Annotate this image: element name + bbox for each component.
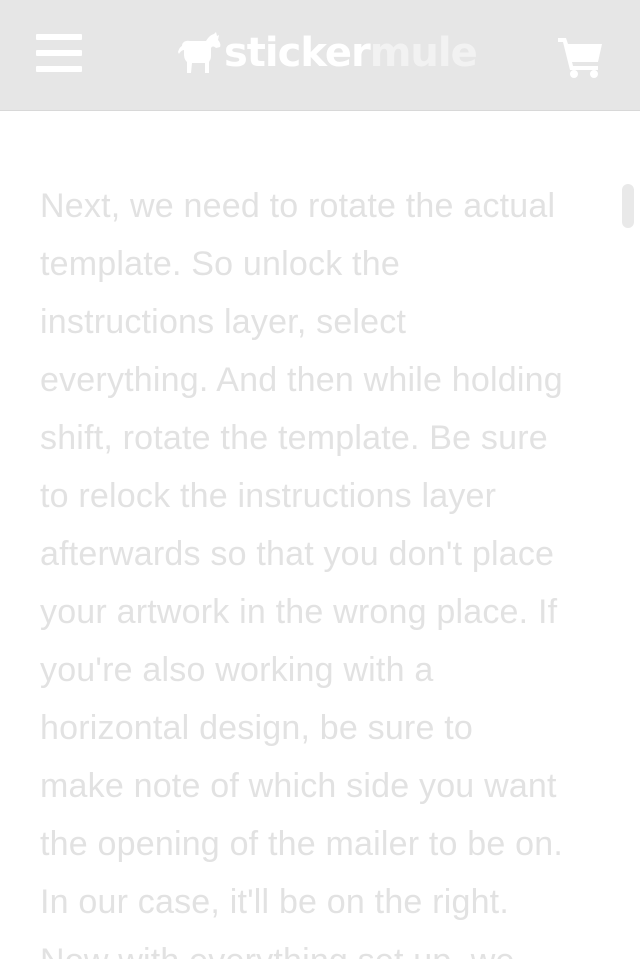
paragraph-line: Next, we need to rotate the actual bbox=[40, 187, 556, 225]
paragraph-line: afterwards so that you don't place bbox=[40, 535, 555, 573]
paragraph-line: make note of which side you want bbox=[40, 767, 557, 805]
paragraph-line: instructions layer, select bbox=[40, 303, 407, 341]
site-logo[interactable]: stickermule bbox=[178, 28, 478, 78]
paragraph-line: shift, rotate the template. Be sure bbox=[40, 419, 548, 457]
next-paragraph-line: Now with everything set up, we bbox=[40, 932, 515, 959]
article-paragraph: Next, we need to rotate the actual templ… bbox=[40, 177, 610, 931]
paragraph-line: you're also working with a bbox=[40, 651, 434, 689]
paragraph-line: In our case, it'll be on the right. bbox=[40, 883, 509, 921]
paragraph-line: the opening of the mailer to be on. bbox=[40, 825, 564, 863]
logo-word-sticker: sticker bbox=[224, 30, 371, 76]
paragraph-line: horizontal design, be sure to bbox=[40, 709, 473, 747]
paragraph-line: template. So unlock the bbox=[40, 245, 400, 283]
top-navbar: stickermule bbox=[0, 0, 640, 111]
scrollbar-thumb[interactable] bbox=[622, 184, 634, 228]
mule-logo-icon bbox=[178, 32, 221, 73]
page: changing the layout to horizontal. Next,… bbox=[0, 0, 640, 959]
logo-wordmark: stickermule bbox=[224, 28, 478, 78]
paragraph-line: everything. And then while holding bbox=[40, 361, 563, 399]
paragraph-line: your artwork in the wrong place. If bbox=[40, 593, 558, 631]
hamburger-menu-icon[interactable] bbox=[36, 34, 82, 72]
paragraph-line: to relock the instructions layer bbox=[40, 477, 497, 515]
logo-word-mule: mule bbox=[369, 30, 478, 76]
shopping-cart-icon[interactable] bbox=[558, 36, 604, 78]
